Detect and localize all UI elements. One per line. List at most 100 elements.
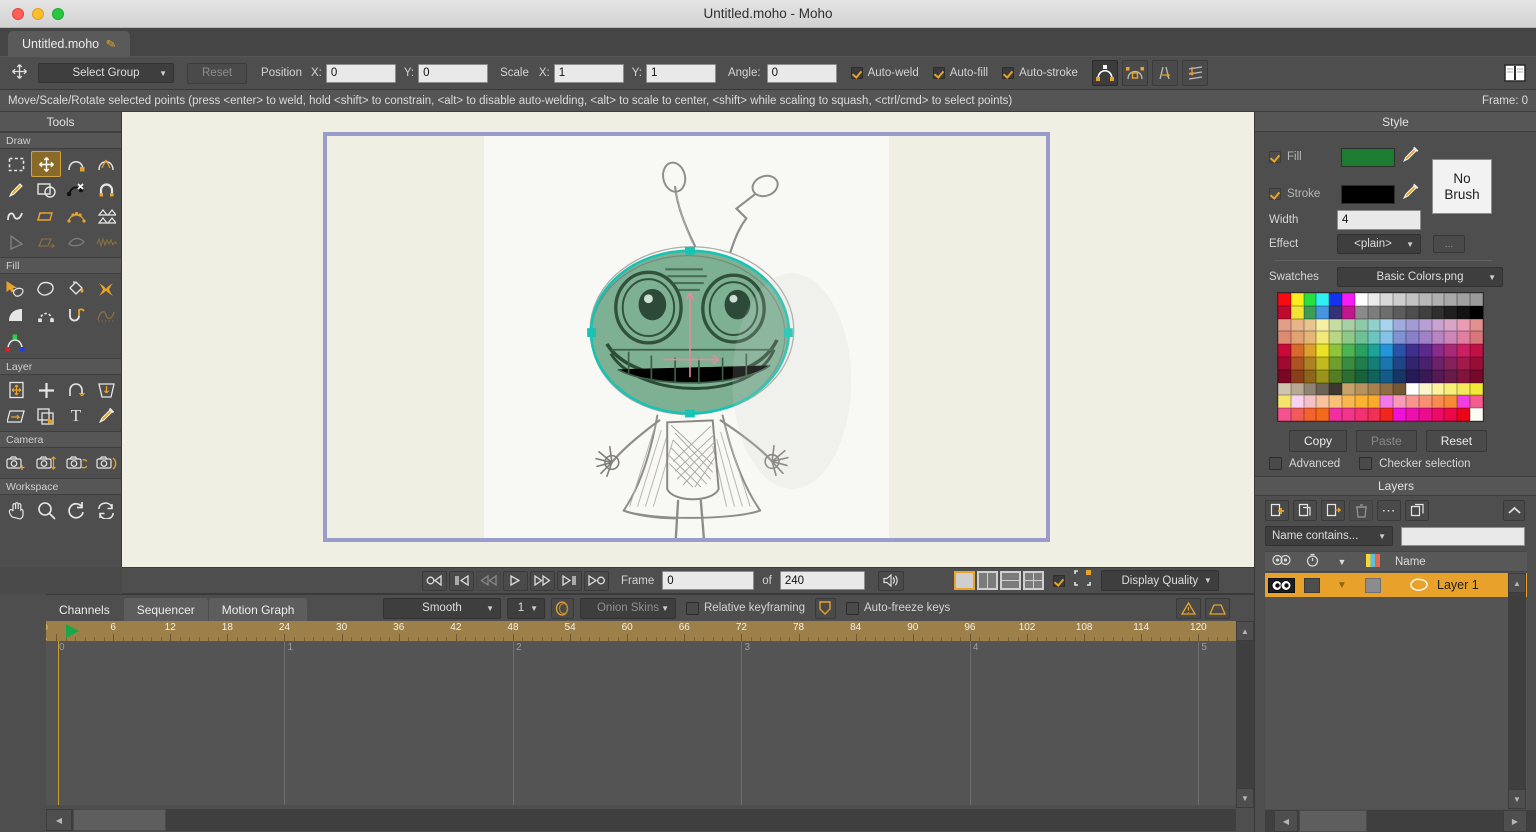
stroke-eyedropper-icon[interactable] — [1401, 182, 1420, 206]
swatch-cell[interactable] — [1316, 356, 1330, 370]
swatch-cell[interactable] — [1316, 318, 1330, 332]
swatch-cell[interactable] — [1380, 369, 1394, 383]
swatch-cell[interactable] — [1431, 344, 1445, 357]
swatch-cell[interactable] — [1290, 408, 1304, 421]
swatch-cell[interactable] — [1278, 369, 1291, 383]
copy-style-button[interactable]: Copy — [1289, 430, 1348, 452]
swatch-cell[interactable] — [1303, 293, 1317, 306]
layers-scroll-left-button[interactable]: ◀ — [1274, 810, 1298, 832]
transform-layer-tool[interactable] — [1, 377, 31, 403]
frame-input[interactable]: 0 — [662, 571, 755, 590]
swatch-cell[interactable] — [1457, 344, 1470, 357]
layout-two-row-view-button[interactable] — [999, 571, 1021, 590]
layer-filter-input[interactable] — [1401, 526, 1525, 546]
roll-camera-tool[interactable] — [61, 450, 91, 476]
paste-style-button[interactable]: Paste — [1356, 430, 1417, 452]
swatch-cell[interactable] — [1290, 305, 1304, 319]
swatch-cell[interactable] — [1341, 395, 1355, 409]
eyedropper-tool[interactable] — [91, 403, 121, 429]
swatch-cell[interactable] — [1418, 318, 1432, 332]
chevron-up-icon[interactable] — [1503, 500, 1525, 521]
swatch-cell[interactable] — [1341, 331, 1355, 345]
swatch-cell[interactable] — [1303, 305, 1317, 319]
swatch-cell[interactable] — [1431, 382, 1445, 396]
swatch-cell[interactable] — [1405, 356, 1419, 370]
swatch-cell[interactable] — [1405, 318, 1419, 332]
swatch-cell[interactable] — [1444, 293, 1458, 306]
swatch-cell[interactable] — [1278, 356, 1291, 370]
pan-tool[interactable] — [1, 497, 31, 523]
layout-two-column-view-button[interactable] — [976, 571, 998, 590]
relative-keyframing-checkbox[interactable]: Relative keyframing — [686, 601, 805, 615]
nudge-tool[interactable] — [31, 229, 61, 255]
swatch-cell[interactable] — [1380, 331, 1394, 345]
swatch-cell[interactable] — [1431, 356, 1445, 370]
layers-scroll-down-button[interactable]: ▼ — [1508, 789, 1526, 809]
swatch-cell[interactable] — [1341, 293, 1355, 306]
rotate-workspace-tool[interactable] — [61, 497, 91, 523]
swatch-cell[interactable] — [1469, 305, 1483, 319]
previous-keyframe-button[interactable] — [449, 570, 474, 591]
advanced-checkbox[interactable] — [1269, 457, 1282, 470]
swatch-cell[interactable] — [1418, 382, 1432, 396]
follow-path-tool[interactable] — [1, 403, 31, 429]
jump-to-start-button[interactable] — [422, 570, 447, 591]
reset-button[interactable]: Reset — [187, 62, 248, 84]
swatch-cell[interactable] — [1405, 305, 1419, 319]
fill-eyedropper-icon[interactable] — [1401, 145, 1420, 169]
zoom-camera-tool[interactable] — [31, 450, 61, 476]
new-layer-icon[interactable] — [1265, 500, 1289, 521]
magnet-tool[interactable] — [91, 177, 121, 203]
swatch-cell[interactable] — [1316, 382, 1330, 396]
swatch-cell[interactable] — [1367, 344, 1381, 357]
audio-toggle-button[interactable] — [877, 570, 904, 591]
layer-color-cell[interactable] — [1357, 577, 1389, 593]
timeline-scroll-thumb[interactable] — [73, 809, 166, 831]
fill-color-swatch[interactable] — [1341, 147, 1395, 167]
trapezoid-icon[interactable] — [1205, 598, 1230, 619]
swatch-cell[interactable] — [1329, 382, 1342, 396]
jump-to-end-button[interactable] — [584, 570, 609, 591]
swatch-cell[interactable] — [1329, 331, 1342, 345]
layers-vertical-scrollbar[interactable]: ▲ ▼ — [1508, 573, 1526, 809]
swatch-cell[interactable] — [1354, 408, 1368, 421]
swatch-cell[interactable] — [1457, 408, 1470, 421]
swatch-cell[interactable] — [1380, 344, 1394, 357]
swatch-cell[interactable] — [1444, 305, 1458, 319]
paint-bucket-tool[interactable] — [61, 276, 91, 302]
swatch-cell[interactable] — [1354, 293, 1368, 306]
book-icon[interactable] — [1502, 60, 1528, 86]
swatch-cell[interactable] — [1354, 331, 1368, 345]
swatch-cell[interactable] — [1393, 305, 1406, 319]
swatch-cell[interactable] — [1367, 356, 1381, 370]
swatch-cell[interactable] — [1329, 293, 1342, 306]
swatch-cell[interactable] — [1393, 331, 1406, 345]
swatch-cell[interactable] — [1290, 344, 1304, 357]
swatch-cell[interactable] — [1341, 318, 1355, 332]
auto-fill-checkbox[interactable]: Auto-fill — [932, 67, 988, 79]
swatch-cell[interactable] — [1367, 395, 1381, 409]
timeline-vertical-scrollbar[interactable]: ▲ ▼ — [1236, 621, 1254, 808]
layer-visibility-toggle[interactable] — [1265, 577, 1297, 593]
swatch-cell[interactable] — [1431, 318, 1445, 332]
curve-peak-icon[interactable] — [1091, 60, 1118, 86]
bend-points-tool[interactable] — [1, 229, 31, 255]
swatch-cell[interactable] — [1418, 305, 1432, 319]
swatch-cell[interactable] — [1469, 369, 1483, 383]
hide-edge-tool[interactable] — [91, 302, 121, 328]
create-shape-tool[interactable] — [31, 276, 61, 302]
swatch-cell[interactable] — [1393, 382, 1406, 396]
swatch-cell[interactable] — [1329, 305, 1342, 319]
noise-tool[interactable] — [1, 203, 31, 229]
position-y-input[interactable]: 0 — [418, 63, 489, 83]
swatch-cell[interactable] — [1354, 382, 1368, 396]
display-quality-dropdown[interactable]: Display Quality ▼ — [1100, 570, 1219, 591]
wave-tool[interactable] — [91, 229, 121, 255]
document-tab-untitled[interactable]: Untitled.moho ✎ — [8, 31, 131, 57]
auto-stroke-checkbox[interactable]: Auto-stroke — [1002, 67, 1078, 79]
delete-layer-icon[interactable] — [1349, 500, 1373, 521]
swatch-cell[interactable] — [1290, 331, 1304, 345]
swatch-cell[interactable] — [1418, 293, 1432, 306]
swatch-cell[interactable] — [1444, 331, 1458, 345]
swatch-cell[interactable] — [1469, 356, 1483, 370]
